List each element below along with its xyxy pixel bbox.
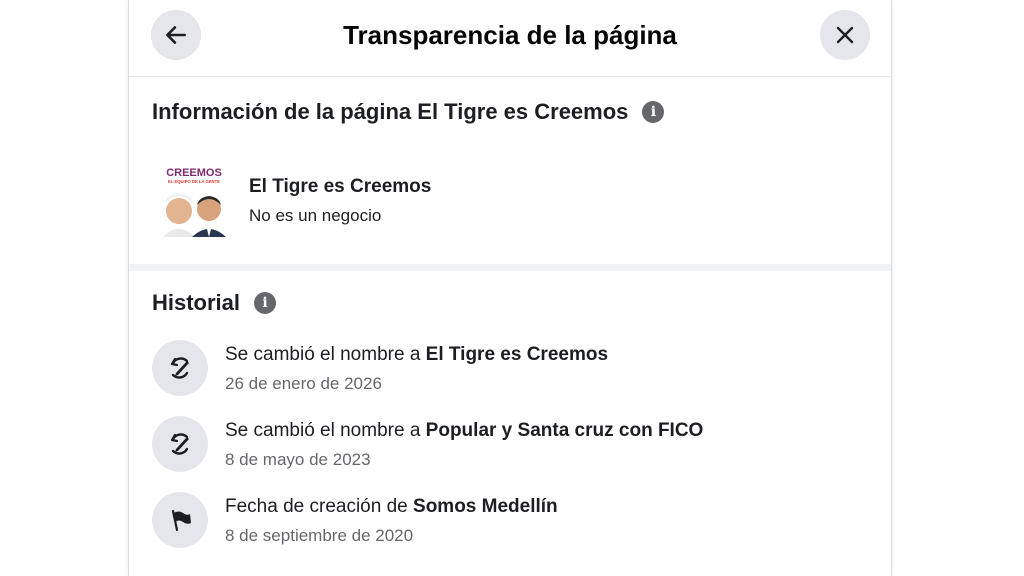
dialog-title: Transparencia de la página — [343, 19, 677, 50]
page-info-heading: Información de la página El Tigre es Cre… — [152, 99, 868, 125]
history-item-title: Fecha de creación de Somos Medellín — [225, 496, 558, 517]
history-item-date: 26 de enero de 2026 — [225, 374, 382, 393]
history-item-text: Se cambió el nombre a El Tigre es Creemo… — [225, 340, 608, 394]
history-section: Historial i Se cambió el nombre a El Tig… — [129, 290, 891, 568]
avatar-logo-text: CREEMOS — [166, 167, 222, 179]
history-item-title: Se cambió el nombre a El Tigre es Creemo… — [225, 344, 609, 365]
history-list: Se cambió el nombre a El Tigre es Creemo… — [152, 340, 868, 548]
info-icon[interactable]: i — [254, 292, 277, 314]
page-type: No es un negocio — [249, 206, 382, 225]
back-button[interactable] — [151, 10, 201, 60]
history-item-text: Se cambió el nombre a Popular y Santa cr… — [225, 416, 703, 470]
history-item: Se cambió el nombre a El Tigre es Creemo… — [152, 340, 868, 396]
section-divider — [129, 264, 891, 271]
close-icon — [836, 26, 854, 44]
history-heading: Historial i — [152, 290, 868, 316]
avatar-tagline: EL EQUIPO DE LA GENTE — [168, 179, 220, 184]
dialog-header: Transparencia de la página — [129, 0, 891, 77]
history-item-text: Fecha de creación de Somos Medellín 8 de… — [225, 492, 558, 546]
history-item-title: Se cambió el nombre a Popular y Santa cr… — [225, 420, 704, 441]
history-heading-text: Historial — [152, 290, 241, 315]
info-icon[interactable]: i — [642, 101, 665, 123]
page-name[interactable]: El Tigre es Creemos — [249, 176, 431, 198]
page-avatar-image: CREEMOS EL EQUIPO DE LA GENTE — [159, 165, 229, 237]
page-summary: CREEMOS EL EQUIPO DE LA GENTE El Tigre e… — [152, 165, 868, 237]
arrow-left-icon — [166, 26, 186, 44]
flag-icon — [152, 492, 208, 548]
avatar[interactable]: CREEMOS EL EQUIPO DE LA GENTE — [159, 165, 229, 237]
page-text: El Tigre es Creemos No es un negocio — [249, 176, 431, 226]
history-item-name: El Tigre es Creemos — [425, 344, 609, 365]
history-item-date: 8 de mayo de 2023 — [225, 450, 371, 469]
page-info-section: Información de la página El Tigre es Cre… — [129, 99, 891, 237]
close-button[interactable] — [820, 10, 870, 60]
transparency-dialog: Transparencia de la página Información d… — [128, 0, 892, 576]
history-item-name: Somos Medellín — [413, 496, 558, 517]
history-item: Se cambió el nombre a Popular y Santa cr… — [152, 416, 868, 472]
history-item: Fecha de creación de Somos Medellín 8 de… — [152, 492, 868, 548]
rename-icon — [152, 340, 208, 396]
rename-icon — [152, 416, 208, 472]
history-item-date: 8 de septiembre de 2020 — [225, 526, 414, 545]
history-item-name: Popular y Santa cruz con FICO — [425, 420, 704, 441]
page-info-heading-text: Información de la página El Tigre es Cre… — [152, 99, 629, 124]
